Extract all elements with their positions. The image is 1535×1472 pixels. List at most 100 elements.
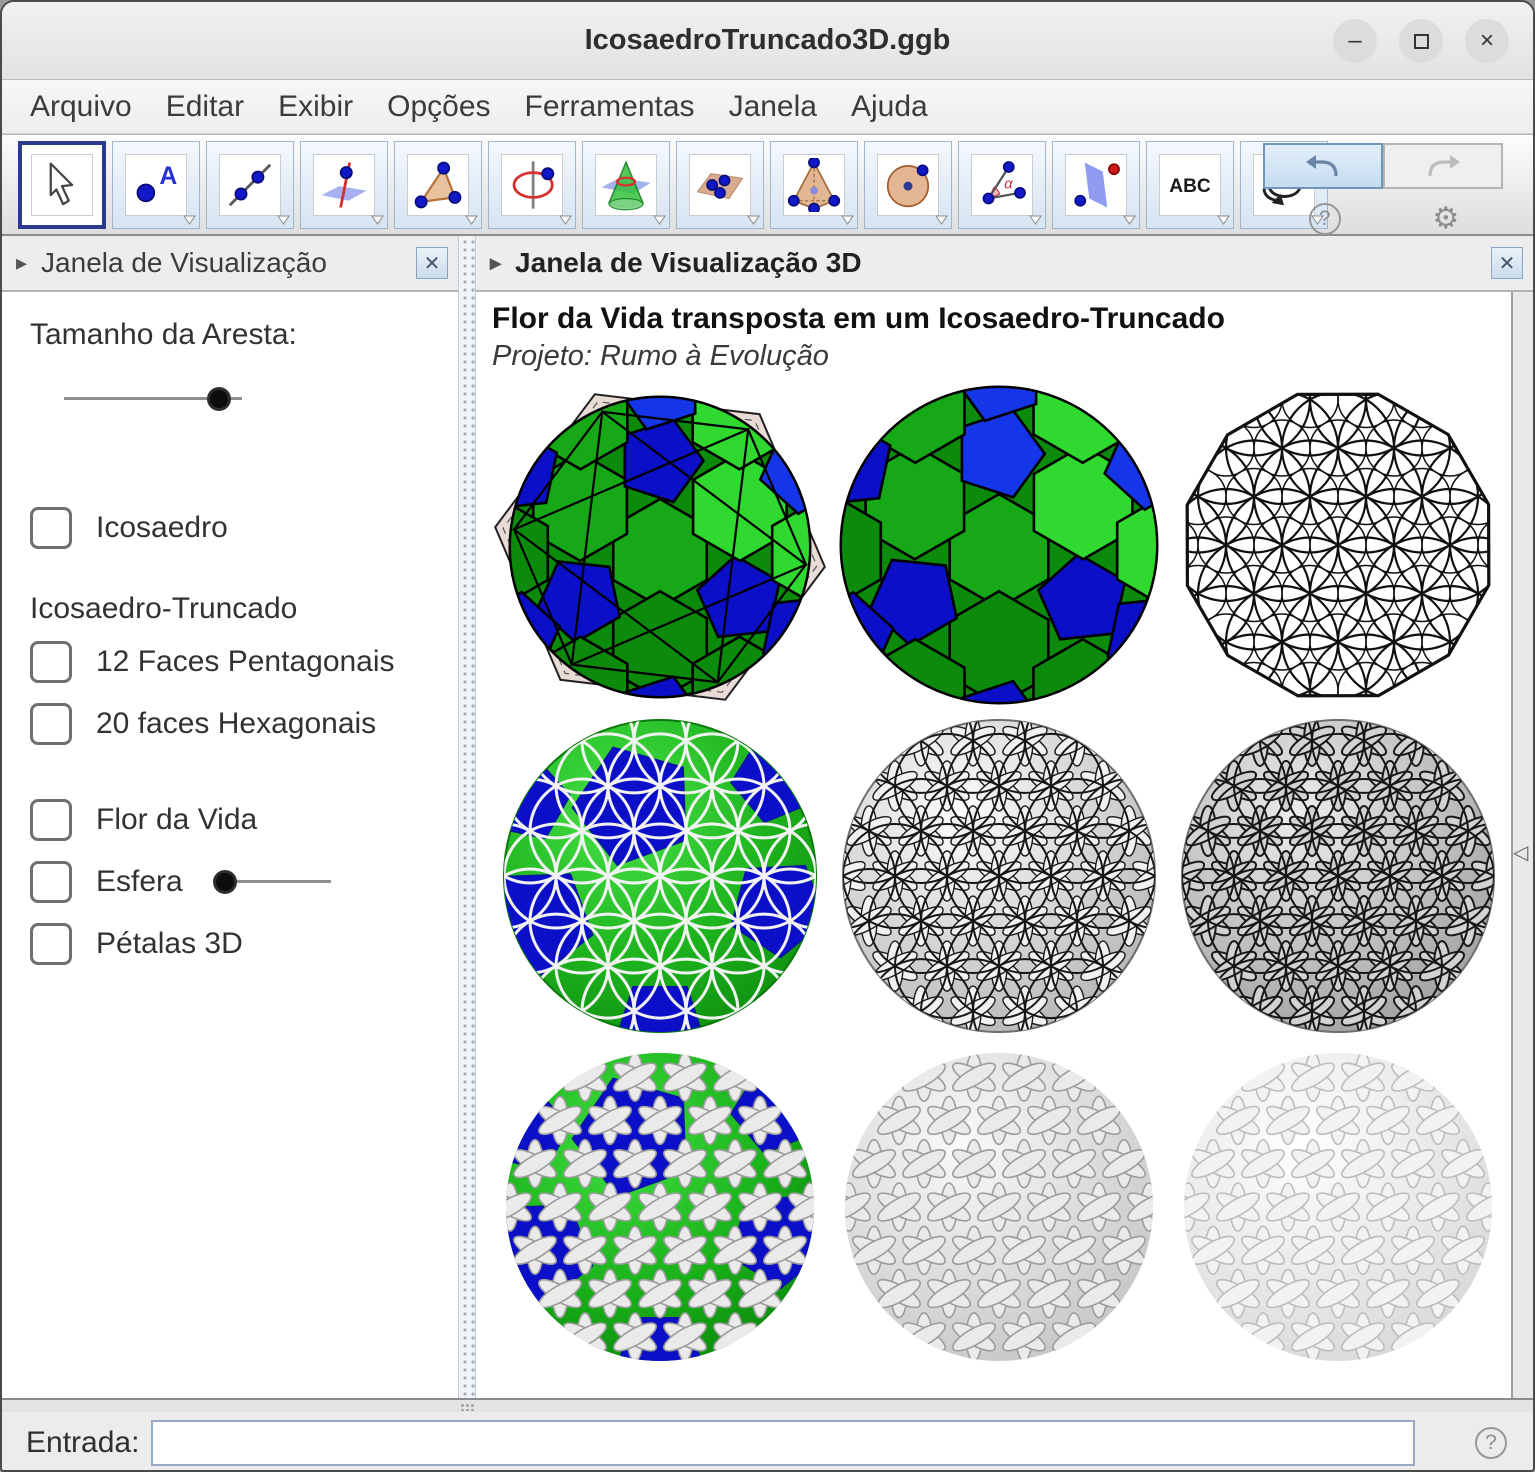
graphics-view-canvas[interactable]: Tamanho da Aresta: Icosaedro Icosaedro-T… (2, 292, 458, 1398)
input-bar: Entrada: ? (2, 1412, 1533, 1472)
text-tool-button[interactable]: ABC (1146, 141, 1234, 229)
intersect-cone-tool-button[interactable] (582, 141, 670, 229)
esfera-slider[interactable] (219, 869, 331, 895)
menu-bar: Arquivo Editar Exibir Opções Ferramentas… (2, 80, 1533, 134)
figure-title: Flor da Vida transposta em um Icosaedro-… (492, 302, 1511, 336)
maximize-button[interactable] (1399, 19, 1443, 63)
figure-flor-da-vida-wireframe (1170, 381, 1506, 709)
toolbar-help-icon[interactable]: ? (1309, 203, 1341, 235)
section-heading-icosaedro-truncado: Icosaedro-Truncado (30, 592, 458, 626)
entrada-label: Entrada: (26, 1426, 139, 1460)
panel-resize-handle[interactable] (458, 236, 476, 1398)
maximize-icon (1414, 34, 1429, 49)
collapse-arrow-icon: ◁ (1513, 840, 1528, 865)
toolbar: A (2, 134, 1533, 236)
toolbar-gear-icon[interactable]: ⚙ (1432, 203, 1459, 235)
figure-subtitle: Projeto: Rumo à Evolução (492, 340, 1511, 373)
figure-flor-da-vida-3d-cinza (1170, 712, 1506, 1040)
graphics-view-header: ▸ Janela de Visualização ✕ (2, 236, 458, 292)
input-help-icon[interactable]: ? (1475, 1427, 1507, 1459)
checkbox-flor-da-vida-label: Flor da Vida (96, 803, 257, 837)
esfera-slider-knob[interactable] (213, 870, 237, 894)
title-bar[interactable]: IcosaedroTruncado3D.ggb – × (2, 2, 1533, 80)
checkbox-esfera[interactable] (30, 861, 72, 903)
minimize-icon: – (1348, 27, 1361, 55)
checkbox-icosaedro[interactable] (30, 507, 72, 549)
graphics-view-title: Janela de Visualização (41, 247, 327, 279)
text-icon: ABC (1159, 154, 1221, 216)
minimize-button[interactable]: – (1333, 19, 1377, 63)
edge-slider-knob[interactable] (207, 387, 231, 411)
redo-icon (1424, 152, 1462, 180)
figure-petalas-3d-clara (1170, 1043, 1506, 1371)
move-tool-button[interactable] (18, 141, 106, 229)
figure-flor-da-vida-colorida (492, 712, 828, 1040)
menu-exibir[interactable]: Exibir (264, 88, 367, 126)
entrada-input[interactable] (151, 1420, 1415, 1466)
perpendicular-line-tool-button[interactable] (300, 141, 388, 229)
undo-icon (1304, 152, 1342, 180)
menu-editar[interactable]: Editar (152, 88, 258, 126)
figure-flor-da-vida-cinza (831, 712, 1167, 1040)
close-button[interactable]: × (1465, 19, 1509, 63)
checkbox-12-faces-pentagonais[interactable] (30, 641, 72, 683)
horizontal-resize-handle[interactable] (2, 1398, 1533, 1412)
graphics-view-close-button[interactable]: ✕ (416, 247, 448, 279)
collapse-3d-panel-handle[interactable]: ◁ (1511, 292, 1533, 1398)
panel-menu-arrow-icon[interactable]: ▸ (490, 250, 501, 276)
cursor-icon (31, 154, 93, 216)
resize-grip-icon (460, 1403, 476, 1411)
pyramid-tool-button[interactable] (770, 141, 858, 229)
undo-button[interactable] (1263, 143, 1383, 189)
figure-petalas-3d-colorida (492, 1043, 828, 1371)
checkbox-flor-da-vida[interactable] (30, 799, 72, 841)
menu-janela[interactable]: Janela (715, 88, 831, 126)
angle-icon: α (971, 154, 1033, 216)
svg-text:ABC: ABC (1169, 176, 1211, 197)
point-icon: A (125, 154, 187, 216)
geogebra-window: IcosaedroTruncado3D.ggb – × Arquivo Edit… (0, 0, 1535, 1472)
graphics-3d-close-button[interactable]: ✕ (1491, 247, 1523, 279)
polygon-icon (407, 154, 469, 216)
menu-ferramentas[interactable]: Ferramentas (511, 88, 709, 126)
panel-menu-arrow-icon[interactable]: ▸ (16, 250, 27, 276)
perpendicular-plane-icon (313, 154, 375, 216)
menu-ajuda[interactable]: Ajuda (837, 88, 942, 126)
plane-points-icon (689, 154, 751, 216)
window-title: IcosaedroTruncado3D.ggb (2, 24, 1533, 57)
polygon-tool-button[interactable] (394, 141, 482, 229)
checkbox-20-faces-label: 20 faces Hexagonais (96, 707, 376, 741)
graphics-3d-header: ▸ Janela de Visualização 3D ✕ (476, 236, 1533, 292)
redo-button[interactable] (1383, 143, 1503, 189)
line-tool-button[interactable] (206, 141, 294, 229)
checkbox-esfera-label: Esfera (96, 865, 183, 899)
figure-grid (492, 381, 1511, 1374)
reflect-plane-icon (1065, 154, 1127, 216)
sphere-tool-button[interactable] (864, 141, 952, 229)
reflect-plane-tool-button[interactable] (1052, 141, 1140, 229)
checkbox-petalas-3d-label: Pétalas 3D (96, 927, 243, 961)
edge-size-label: Tamanho da Aresta: (30, 318, 458, 352)
svg-text:α: α (1004, 176, 1013, 192)
pyramid-icon (783, 154, 845, 216)
checkbox-icosaedro-label: Icosaedro (96, 511, 228, 545)
edge-size-slider[interactable] (64, 386, 242, 412)
close-icon: × (1480, 27, 1494, 55)
menu-opcoes[interactable]: Opções (373, 88, 504, 126)
checkbox-petalas-3d[interactable] (30, 923, 72, 965)
graphics-view-panel: ▸ Janela de Visualização ✕ Tamanho da Ar… (2, 236, 458, 1398)
graphics-3d-panel: ▸ Janela de Visualização 3D ✕ Flor da Vi… (476, 236, 1533, 1398)
checkbox-20-faces-hexagonais[interactable] (30, 703, 72, 745)
circle-axis-tool-button[interactable] (488, 141, 576, 229)
line-icon (219, 154, 281, 216)
menu-arquivo[interactable]: Arquivo (16, 88, 146, 126)
circle-axis-icon (501, 154, 563, 216)
graphics-3d-title: Janela de Visualização 3D (515, 247, 862, 279)
checkbox-12-faces-label: 12 Faces Pentagonais (96, 645, 395, 679)
figure-icosaedro-com-truncado (492, 381, 828, 709)
angle-tool-button[interactable]: α (958, 141, 1046, 229)
main-area: ▸ Janela de Visualização ✕ Tamanho da Ar… (2, 236, 1533, 1398)
point-tool-button[interactable]: A (112, 141, 200, 229)
plane-through-points-tool-button[interactable] (676, 141, 764, 229)
graphics-3d-canvas[interactable]: Flor da Vida transposta em um Icosaedro-… (476, 292, 1511, 1398)
